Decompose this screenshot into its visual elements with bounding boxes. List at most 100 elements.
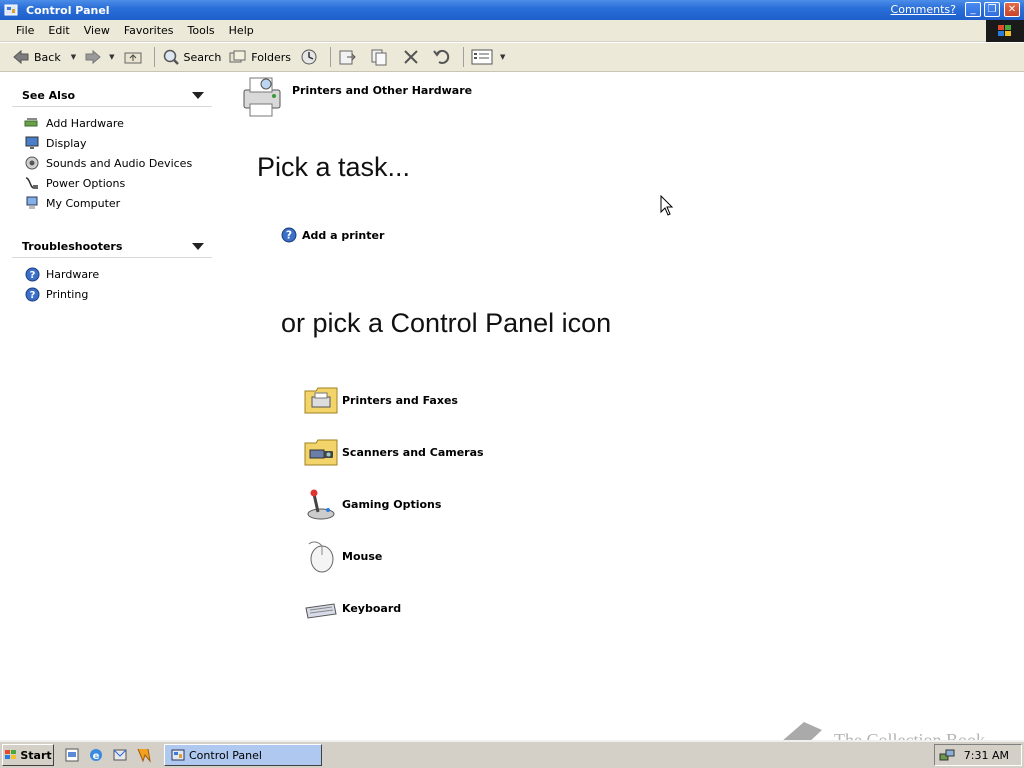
svg-text:?: ?: [29, 290, 35, 301]
clock[interactable]: 7:31 AM: [964, 749, 1009, 762]
toolbar: Back ▼ ▼ Search Folders ▼: [0, 43, 1024, 72]
sidebar-item-label: Power Options: [46, 176, 126, 190]
menu-edit[interactable]: Edit: [41, 24, 76, 37]
title-bar: Control Panel Comments? _ ❐ ✕: [0, 0, 1024, 20]
cp-item-keyboard[interactable]: Keyboard: [304, 591, 401, 625]
cp-item-label: Mouse: [342, 549, 383, 563]
delete-button[interactable]: [398, 45, 428, 69]
outlook-express-icon[interactable]: [110, 745, 130, 765]
folders-button[interactable]: Folders: [225, 45, 295, 69]
search-icon: [163, 49, 179, 65]
taskbar: Start e Control Panel 7:31 AM: [0, 740, 1024, 768]
see-also-section: See Also Add Hardware Display Sounds and…: [12, 85, 212, 213]
troubleshooters-list: ? Hardware ? Printing: [12, 258, 212, 304]
printers-faxes-icon: [304, 383, 338, 417]
start-label: Start: [20, 748, 52, 762]
forward-arrow-icon: [85, 49, 101, 65]
sidebar-item-printing[interactable]: ? Printing: [24, 284, 212, 304]
windows-logo-icon: [5, 750, 17, 759]
search-button[interactable]: Search: [158, 45, 226, 69]
chevron-down-icon: ▼: [70, 53, 77, 61]
folders-icon: [229, 50, 246, 63]
comments-link[interactable]: Comments?: [891, 3, 956, 16]
delete-icon: [404, 50, 418, 64]
see-also-header[interactable]: See Also: [12, 85, 212, 107]
help-icon: ?: [24, 266, 40, 282]
help-icon: ?: [24, 286, 40, 302]
troubleshooters-header[interactable]: Troubleshooters: [12, 236, 212, 258]
sidebar-item-add-hardware[interactable]: Add Hardware: [24, 113, 212, 133]
forward-button[interactable]: ▼: [80, 45, 118, 69]
show-desktop-icon[interactable]: [62, 745, 82, 765]
up-folder-button[interactable]: [119, 45, 151, 69]
computer-icon: [24, 195, 40, 211]
minimize-button[interactable]: _: [965, 2, 981, 17]
keyboard-icon: [304, 591, 338, 625]
history-icon: [301, 49, 317, 65]
taskbar-button-control-panel[interactable]: Control Panel: [164, 744, 322, 766]
toolbar-separator: [463, 47, 465, 67]
see-also-title: See Also: [22, 89, 76, 102]
toolbar-separator: [330, 47, 332, 67]
power-plug-icon: [24, 175, 40, 191]
troubleshooters-section: Troubleshooters ? Hardware ? Printing: [12, 236, 212, 304]
svg-text:e: e: [93, 751, 100, 762]
menu-view[interactable]: View: [77, 24, 117, 37]
restore-button[interactable]: ❐: [984, 2, 1000, 17]
internet-explorer-icon[interactable]: e: [86, 745, 106, 765]
sidebar-item-power-options[interactable]: Power Options: [24, 173, 212, 193]
start-button[interactable]: Start: [2, 744, 54, 766]
media-player-icon[interactable]: [134, 745, 154, 765]
cp-item-printers-faxes[interactable]: Printers and Faxes: [304, 383, 458, 417]
menu-favorites[interactable]: Favorites: [117, 24, 181, 37]
cp-item-label: Gaming Options: [342, 497, 442, 511]
display-icon: [24, 135, 40, 151]
history-button[interactable]: [295, 45, 327, 69]
collapse-arrow-icon[interactable]: [192, 92, 204, 99]
views-button[interactable]: ▼: [467, 45, 509, 69]
troubleshooters-title: Troubleshooters: [22, 240, 123, 253]
category-title: Printers and Other Hardware: [292, 83, 473, 97]
close-button[interactable]: ✕: [1004, 2, 1020, 17]
control-panel-icon: [4, 4, 18, 16]
cp-item-mouse[interactable]: Mouse: [304, 539, 382, 573]
control-panel-icon: [171, 749, 185, 761]
menu-help[interactable]: Help: [222, 24, 261, 37]
task-label: Add a printer: [302, 228, 385, 242]
move-to-icon: [339, 50, 356, 65]
cp-item-gaming-options[interactable]: Gaming Options: [304, 487, 441, 521]
network-icon[interactable]: [939, 748, 955, 762]
cp-item-scanners-cameras[interactable]: Scanners and Cameras: [304, 435, 484, 469]
sidebar-item-my-computer[interactable]: My Computer: [24, 193, 212, 213]
svg-text:?: ?: [286, 229, 292, 242]
menu-tools[interactable]: Tools: [181, 24, 222, 37]
views-icon: [471, 49, 493, 65]
menu-file[interactable]: File: [9, 24, 41, 37]
add-hardware-icon: [24, 115, 40, 131]
sidebar-item-display[interactable]: Display: [24, 133, 212, 153]
folders-label: Folders: [251, 50, 292, 64]
quick-launch: e: [62, 745, 158, 765]
task-add-printer[interactable]: ? Add a printer: [281, 227, 384, 243]
back-label: Back: [34, 50, 61, 64]
chevron-down-icon: ▼: [500, 53, 506, 61]
collapse-arrow-icon[interactable]: [192, 243, 204, 250]
pick-task-heading: Pick a task...: [257, 152, 411, 182]
system-tray: 7:31 AM: [934, 744, 1022, 766]
sidebar-item-hardware[interactable]: ? Hardware: [24, 264, 212, 284]
copy-to-icon: [371, 49, 387, 66]
undo-button[interactable]: [428, 45, 460, 69]
taskbar-button-label: Control Panel: [189, 748, 262, 762]
sidebar-item-label: Printing: [46, 287, 89, 301]
joystick-icon: [304, 487, 338, 521]
scanner-camera-icon: [304, 435, 338, 469]
task-pane: See Also Add Hardware Display Sounds and…: [0, 72, 232, 740]
sidebar-item-sounds[interactable]: Sounds and Audio Devices: [24, 153, 212, 173]
back-button[interactable]: Back ▼: [8, 45, 80, 69]
search-label: Search: [183, 50, 222, 64]
help-icon: ?: [281, 227, 297, 243]
copy-to-button[interactable]: [366, 45, 398, 69]
speaker-icon: [24, 155, 40, 171]
move-to-button[interactable]: [334, 45, 366, 69]
sidebar-item-label: My Computer: [46, 196, 121, 210]
